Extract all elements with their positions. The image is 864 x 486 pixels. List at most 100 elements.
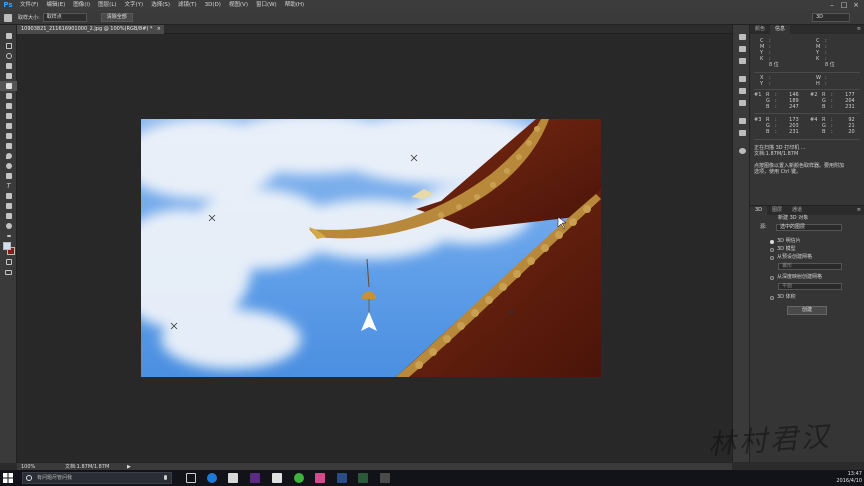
properties-panel-icon[interactable] <box>733 43 751 55</box>
menu-image[interactable]: 图像(I) <box>69 0 94 11</box>
option-mesh-from-preset[interactable]: 从预设创建网格 <box>770 254 812 261</box>
color-sampler-1: #1 R:146 G:189 B:247 <box>754 92 799 110</box>
menu-window[interactable]: 窗口(W) <box>252 0 281 11</box>
clone-stamp-tool-icon[interactable] <box>0 111 17 121</box>
tool-presets-icon[interactable] <box>733 115 751 127</box>
cortana-icon <box>26 475 32 481</box>
tab-color[interactable]: 颜色 <box>750 25 770 34</box>
clear-all-button[interactable]: 清除全部 <box>100 13 133 22</box>
sample-size-select[interactable]: 取样点 <box>42 13 87 22</box>
radio-icon[interactable] <box>770 247 774 252</box>
option-3d-postcard[interactable]: 3D 明信片 <box>770 238 801 245</box>
tab-channels[interactable]: 通道 <box>787 206 807 215</box>
clock-date: 2016/4/10 <box>836 478 862 484</box>
close-button[interactable]: × <box>850 0 862 11</box>
menu-view[interactable]: 视图(V) <box>225 0 252 11</box>
create-3d-button[interactable]: 创建 <box>787 306 827 315</box>
more-tools-icon[interactable] <box>0 231 17 241</box>
type-tool-icon[interactable]: T <box>0 181 17 191</box>
depth-map-select[interactable]: 平面 <box>778 283 842 290</box>
option-3d-volume[interactable]: 3D 体积 <box>770 294 796 301</box>
document-tab[interactable]: 10903821_211616901000_2.jpg @ 100%(RGB/8… <box>17 25 164 34</box>
menu-type[interactable]: 文字(Y) <box>121 0 148 11</box>
radio-icon[interactable] <box>770 275 774 280</box>
sample-size-label: 取样大小: <box>18 15 40 21</box>
info-cmyk-readout: C: M: Y: K: 8 位 <box>760 38 779 68</box>
brush-tool-icon[interactable] <box>0 101 17 111</box>
rectangle-tool-icon[interactable] <box>0 201 17 211</box>
clone-source-icon[interactable] <box>733 145 751 157</box>
microphone-icon[interactable] <box>164 475 167 480</box>
panel-menu-icon[interactable]: ≡ <box>857 25 861 34</box>
document-image[interactable] <box>141 119 601 377</box>
history-panel-icon[interactable] <box>733 31 751 43</box>
system-clock[interactable]: 13:47 2016/4/10 <box>830 471 862 485</box>
brush-panel-icon[interactable] <box>733 127 751 139</box>
source-select[interactable]: 选中的图层 <box>776 224 842 231</box>
app-icon[interactable] <box>358 473 368 483</box>
gradient-tool-icon[interactable] <box>0 141 17 151</box>
windows-start-icon[interactable] <box>3 473 13 483</box>
character-panel-icon[interactable] <box>733 73 751 85</box>
edge-browser-icon[interactable] <box>207 473 217 483</box>
menu-edit[interactable]: 编辑(E) <box>42 0 69 11</box>
foreground-color-swatch[interactable] <box>3 242 11 250</box>
eraser-tool-icon[interactable] <box>0 131 17 141</box>
minimize-button[interactable]: – <box>826 0 838 11</box>
screen-mode-icon[interactable] <box>0 267 17 277</box>
radio-selected-icon[interactable] <box>770 239 774 244</box>
crop-tool-icon[interactable] <box>0 71 17 81</box>
workspace-select[interactable]: 3D <box>812 13 850 22</box>
path-select-tool-icon[interactable] <box>0 191 17 201</box>
info-status-text: 正在扫描 3D 打印机 ... 文档:1.87M/1.87M 点按图像以置入新颜… <box>754 145 862 175</box>
lasso-tool-icon[interactable] <box>0 51 17 61</box>
store-icon[interactable] <box>272 473 282 483</box>
option-mesh-from-depth-map[interactable]: 从深度映射创建网格 <box>770 274 822 281</box>
app-icon-2[interactable] <box>380 473 390 483</box>
task-view-icon[interactable] <box>186 473 196 483</box>
swatches-panel-icon[interactable] <box>733 55 751 67</box>
paragraph-panel-icon[interactable] <box>733 85 751 97</box>
tab-info[interactable]: 信息 <box>770 25 791 34</box>
tab-3d[interactable]: 3D <box>750 206 768 215</box>
panel-menu-icon[interactable]: ≡ <box>857 206 861 215</box>
media-encoder-icon[interactable] <box>250 473 260 483</box>
quick-select-tool-icon[interactable] <box>0 61 17 71</box>
color-sampler-tool-icon[interactable] <box>0 81 17 91</box>
eyedropper-tool-preset-icon[interactable] <box>4 13 12 22</box>
dodge-tool-icon[interactable] <box>0 161 17 171</box>
menu-filter[interactable]: 滤镜(T) <box>174 0 201 11</box>
menu-file[interactable]: 文件(F) <box>16 0 42 11</box>
collapsed-panels-strip <box>732 25 750 462</box>
history-brush-tool-icon[interactable] <box>0 121 17 131</box>
hand-tool-icon[interactable] <box>0 211 17 221</box>
option-3d-model[interactable]: 3D 模型 <box>770 246 796 253</box>
info-panel-tabs: 颜色 信息 ≡ <box>750 25 864 34</box>
pen-tool-icon[interactable] <box>0 171 17 181</box>
color-sampler-3: #3 R:173 G:203 B:231 <box>754 117 799 135</box>
photoshop-taskbar-icon[interactable] <box>337 473 347 483</box>
info-wh-readout: W: H: <box>816 75 827 87</box>
styles-panel-icon[interactable] <box>733 97 751 109</box>
radio-icon[interactable] <box>770 255 774 260</box>
tab-layers[interactable]: 图层 <box>767 206 787 215</box>
blur-tool-icon[interactable] <box>0 151 17 161</box>
maximize-button[interactable]: □ <box>838 0 850 11</box>
chat-app-icon[interactable] <box>294 473 304 483</box>
quick-mask-icon[interactable] <box>0 257 17 267</box>
indesign-icon[interactable] <box>315 473 325 483</box>
menu-3d[interactable]: 3D(D) <box>201 0 225 11</box>
taskbar-search-input[interactable]: 有问题尽管问我 <box>22 472 172 484</box>
preset-select[interactable]: 锥形 <box>778 263 842 270</box>
healing-brush-tool-icon[interactable] <box>0 91 17 101</box>
move-tool-icon[interactable] <box>0 31 17 41</box>
close-tab-icon[interactable]: × <box>157 25 161 34</box>
menu-select[interactable]: 选择(S) <box>147 0 174 11</box>
file-explorer-icon[interactable] <box>228 473 238 483</box>
watermark-text: 林村君汉 <box>706 419 833 462</box>
marquee-tool-icon[interactable] <box>0 41 17 51</box>
zoom-tool-icon[interactable] <box>0 221 17 231</box>
menu-layer[interactable]: 图层(L) <box>94 0 120 11</box>
menu-help[interactable]: 帮助(H) <box>281 0 308 11</box>
radio-icon[interactable] <box>770 295 774 300</box>
